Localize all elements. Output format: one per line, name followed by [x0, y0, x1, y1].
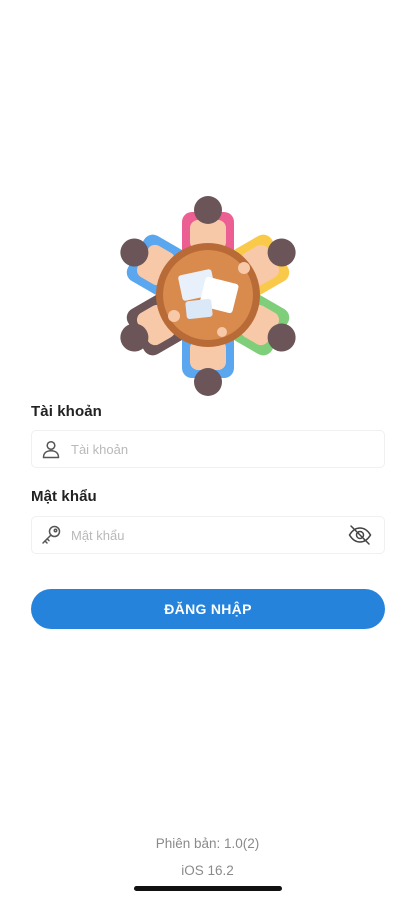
home-indicator — [134, 886, 282, 891]
round-table — [156, 243, 260, 347]
user-icon — [40, 438, 62, 460]
login-button[interactable]: ĐĂNG NHẬP — [31, 589, 385, 629]
username-label: Tài khoản — [31, 403, 102, 420]
password-label: Mật khẩu — [31, 488, 97, 505]
username-field[interactable] — [31, 430, 385, 468]
key-icon — [40, 524, 62, 546]
password-field[interactable] — [31, 516, 385, 554]
app-version-text: Phiên bản: 1.0(2) — [155, 836, 260, 851]
team-meeting-logo-icon — [120, 196, 296, 396]
password-input[interactable] — [62, 517, 346, 553]
username-input[interactable] — [62, 431, 384, 467]
eye-off-icon[interactable] — [346, 521, 374, 549]
os-version-text: iOS 16.2 — [181, 863, 234, 878]
